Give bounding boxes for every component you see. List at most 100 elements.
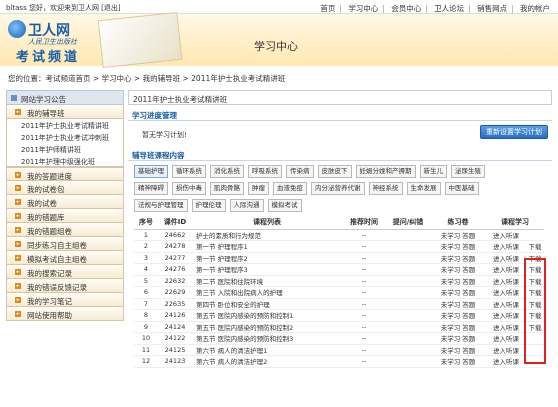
practice-status[interactable]: 未学习 答题 <box>430 321 486 333</box>
listen-link[interactable]: 进入听课 <box>486 275 526 287</box>
course-name-link[interactable]: 第五节 医院内感染的预防和控制2 <box>192 321 342 333</box>
listen-link[interactable]: 进入听课 <box>486 286 526 299</box>
listen-link[interactable]: 进入听课 <box>486 344 526 356</box>
practice-status[interactable]: 未学习 答题 <box>430 275 486 287</box>
category-tab[interactable]: 内分泌营养代谢 <box>311 182 365 195</box>
courseware-id: 22635 <box>158 298 192 310</box>
sidebar-subitem[interactable]: 2011年护师精讲班 <box>6 143 124 155</box>
sidebar-item-paper-pack[interactable]: ▸ 我的试卷包 <box>6 181 124 195</box>
category-tab[interactable]: 皮肤皮下 <box>317 165 352 178</box>
listen-link[interactable]: 进入听课 <box>486 263 526 276</box>
download-link[interactable]: 下载 <box>526 240 544 253</box>
sidebar-announcement[interactable]: 网站学习公告 <box>6 90 124 105</box>
practice-status[interactable]: 未学习 答题 <box>430 309 486 322</box>
category-tab[interactable]: 妊娠分娩和产褥期 <box>355 165 416 178</box>
course-name-link[interactable]: 第五节 医院内感染的预防和控制1 <box>192 309 342 322</box>
nav-sales-link[interactable]: 销售网点 <box>477 4 507 13</box>
course-name-link[interactable]: 护士的素质和行为规范 <box>192 229 342 241</box>
sidebar-item-sync-practice[interactable]: ▸ 同步练习自主组卷 <box>6 237 124 251</box>
download-link[interactable]: 下载 <box>526 309 544 322</box>
category-tab[interactable]: 消化系统 <box>210 165 244 178</box>
listen-link[interactable]: 进入听课 <box>486 332 526 345</box>
sidebar-item-help[interactable]: ▸ 网站使用帮助 <box>6 307 124 321</box>
download-link[interactable] <box>526 355 544 368</box>
practice-status[interactable]: 未学习 答题 <box>430 263 486 276</box>
download-link[interactable]: 下载 <box>526 275 544 287</box>
reset-plan-button[interactable]: 重新设置学习计划 <box>480 125 548 139</box>
practice-status[interactable]: 未学习 答题 <box>430 298 486 310</box>
practice-status[interactable]: 未学习 答题 <box>430 240 486 253</box>
course-name-link[interactable]: 第四节 卧位和安全的护理 <box>192 298 342 310</box>
listen-link[interactable]: 进入听课 <box>486 321 526 333</box>
category-tab[interactable]: 传染病 <box>286 165 314 178</box>
expand-icon: ▸ <box>15 213 21 219</box>
nav-account-link[interactable]: 我的帐户 <box>520 4 550 13</box>
course-name-link[interactable]: 第一节 护理程序2 <box>192 252 342 264</box>
listen-link[interactable]: 进入听课 <box>486 252 526 264</box>
category-tab[interactable]: 生命发展 <box>406 182 441 195</box>
listen-link[interactable]: 进入听课 <box>486 298 526 310</box>
course-name-link[interactable]: 第一节 护理程序1 <box>192 240 342 253</box>
category-tab[interactable]: 法规与护理管理 <box>134 199 188 212</box>
category-tab[interactable]: 肌肉骨骼 <box>210 182 244 195</box>
listen-link[interactable]: 进入听课 <box>486 229 526 241</box>
sidebar-item-notes[interactable]: ▸ 我的学习笔记 <box>6 293 124 307</box>
course-name-link[interactable]: 第二节 医院和住院环境 <box>192 275 342 287</box>
sidebar-item-feedback-history[interactable]: ▸ 我的错误反馈记录 <box>6 279 124 293</box>
course-name-link[interactable]: 第五节 医院内感染的预防和控制3 <box>192 332 342 345</box>
sidebar-item-wrong-bank[interactable]: ▸ 我的错题库 <box>6 209 124 223</box>
course-name-link[interactable]: 第三节 入院和出院病人的护理 <box>192 286 342 299</box>
practice-status[interactable]: 未学习 答题 <box>430 355 486 368</box>
listen-link[interactable]: 进入听课 <box>486 309 526 322</box>
sidebar-item-progress[interactable]: ▸ 我的答题进度 <box>6 167 124 181</box>
category-tab[interactable]: 循环系统 <box>172 165 206 178</box>
site-logo[interactable]: 卫人网 人民卫生出版社 考试频道 <box>8 20 103 65</box>
category-tab[interactable]: 损伤中毒 <box>172 182 206 195</box>
nav-forum-link[interactable]: 卫人论坛 <box>434 4 464 13</box>
sidebar-subitem[interactable]: 2011年护士执业考试精讲班 <box>6 119 124 131</box>
category-tab[interactable]: 人际沟通 <box>229 199 264 212</box>
row-index: 6 <box>134 286 158 299</box>
listen-link[interactable]: 进入听课 <box>486 355 526 368</box>
sidebar-item-my-classes[interactable]: ▸ 我的辅导班 <box>6 105 124 119</box>
category-tab[interactable]: 新生儿 <box>419 165 447 178</box>
category-tab[interactable]: 泌尿生殖 <box>451 165 485 178</box>
practice-status[interactable]: 未学习 答题 <box>430 229 486 241</box>
category-tab[interactable]: 肿瘤 <box>248 182 269 195</box>
nav-home-link[interactable]: 首页 <box>320 4 335 13</box>
course-name-link[interactable]: 第一节 护理程序3 <box>192 263 342 276</box>
sidebar-item-mock-exam[interactable]: ▸ 模拟考试自主组卷 <box>6 251 124 265</box>
table-header: 序号 <box>134 216 158 230</box>
download-link[interactable] <box>526 229 544 241</box>
download-link[interactable] <box>526 332 544 345</box>
sidebar-item-wrong-paper[interactable]: ▸ 我的错题组卷 <box>6 223 124 237</box>
download-link[interactable]: 下载 <box>526 263 544 276</box>
category-tab[interactable]: 呼吸系统 <box>248 165 282 178</box>
practice-status[interactable]: 未学习 答题 <box>430 286 486 299</box>
category-tab[interactable]: 模拟考试 <box>267 199 302 212</box>
download-link[interactable]: 下载 <box>526 321 544 333</box>
category-tab[interactable]: 护理伦理 <box>191 199 226 212</box>
download-link[interactable]: 下载 <box>526 252 544 264</box>
nav-member-center-link[interactable]: 会员中心 <box>391 4 421 13</box>
download-link[interactable]: 下载 <box>526 286 544 299</box>
practice-status[interactable]: 未学习 答题 <box>430 332 486 345</box>
sidebar-item-search-history[interactable]: ▸ 我的搜索记录 <box>6 265 124 279</box>
category-tab[interactable]: 精神障碍 <box>134 182 168 195</box>
sidebar-item-papers[interactable]: ▸ 我的试卷 <box>6 195 124 209</box>
category-tab[interactable]: 神经系统 <box>368 182 403 195</box>
sidebar-subitem[interactable]: 2011年护理中级强化班 <box>6 155 124 167</box>
practice-status[interactable]: 未学习 答题 <box>430 344 486 356</box>
category-tab[interactable]: 基础护理 <box>134 165 168 178</box>
download-link[interactable]: 下载 <box>526 298 544 310</box>
category-tab[interactable]: 中医基础 <box>444 182 479 195</box>
course-name-link[interactable]: 第六节 病人的清洁护理1 <box>192 344 342 356</box>
sidebar-subitem[interactable]: 2011年护士执业考试冲刺班 <box>6 131 124 143</box>
download-link[interactable] <box>526 344 544 356</box>
category-tab[interactable]: 血液免疫 <box>273 182 307 195</box>
sidebar-item-label: 网站使用帮助 <box>27 311 72 320</box>
course-name-link[interactable]: 第六节 病人的清洁护理2 <box>192 355 342 368</box>
listen-link[interactable]: 进入听课 <box>486 240 526 253</box>
nav-study-center-link[interactable]: 学习中心 <box>348 4 378 13</box>
practice-status[interactable]: 未学习 答题 <box>430 252 486 264</box>
